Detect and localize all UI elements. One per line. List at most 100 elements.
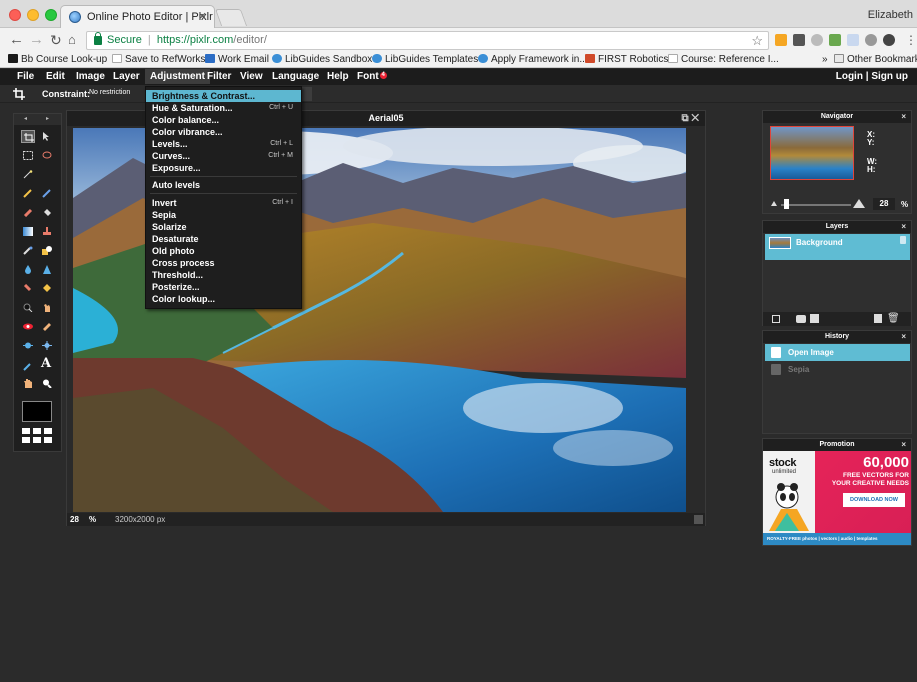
- red-eye-tool[interactable]: [21, 320, 35, 333]
- bookmark-star-icon[interactable]: ☆: [751, 33, 763, 49]
- promotion-header[interactable]: Promotion ×: [763, 439, 911, 451]
- pinch-tool[interactable]: [40, 339, 54, 352]
- zoom-out-icon[interactable]: [771, 201, 777, 206]
- adjustment-menu-item[interactable]: Posterize...: [146, 281, 301, 293]
- layers-header[interactable]: Layers ×: [763, 221, 911, 233]
- adjustment-menu-item[interactable]: Color lookup...: [146, 293, 301, 305]
- login-link[interactable]: Login: [836, 71, 863, 82]
- other-bookmarks[interactable]: Other Bookmarks: [834, 54, 917, 65]
- adjustment-menu-item[interactable]: Cross process: [146, 257, 301, 269]
- color-replace-tool[interactable]: [21, 244, 35, 257]
- menu-help[interactable]: Help: [327, 71, 349, 82]
- adjustment-menu-item[interactable]: Brightness & Contrast...: [146, 90, 301, 102]
- close-window-icon[interactable]: ✕: [691, 113, 699, 124]
- spot-heal-tool[interactable]: [40, 320, 54, 333]
- restore-window-icon[interactable]: ⧉: [681, 113, 688, 124]
- forward-arrow-icon[interactable]: →: [29, 32, 44, 48]
- menu-font[interactable]: Font 4: [357, 71, 387, 82]
- history-item-sepia[interactable]: Sepia: [765, 362, 910, 377]
- stamp-tool[interactable]: [40, 225, 54, 238]
- zoom-input[interactable]: 28: [70, 513, 79, 526]
- maximize-window-button[interactable]: [45, 9, 57, 21]
- bookmark-item[interactable]: LibGuides Sandbox: [272, 54, 372, 65]
- menu-image[interactable]: Image: [76, 71, 105, 82]
- layer-row-background[interactable]: Background: [765, 234, 910, 260]
- tools-panel-header[interactable]: ◂ ▸: [14, 114, 61, 125]
- adjustment-menu-item[interactable]: Threshold...: [146, 269, 301, 281]
- hand-tool[interactable]: [21, 377, 35, 390]
- new-tab-button[interactable]: [214, 9, 248, 26]
- adjustment-menu-item[interactable]: Color balance...: [146, 114, 301, 126]
- bookmarks-overflow-button[interactable]: »: [822, 54, 828, 65]
- marquee-tool[interactable]: [21, 149, 35, 162]
- adjustment-menu-item[interactable]: Invert Ctrl + I: [146, 197, 301, 209]
- type-tool[interactable]: A: [40, 356, 54, 371]
- close-tab-icon[interactable]: ✕: [198, 10, 207, 23]
- menu-language[interactable]: Language: [272, 71, 319, 82]
- sharpen-tool[interactable]: [40, 263, 54, 276]
- zoom-slider-track[interactable]: [781, 204, 851, 206]
- close-panel-icon[interactable]: ×: [901, 439, 906, 451]
- bookmark-item[interactable]: LibGuides Templates: [372, 54, 478, 65]
- menu-view[interactable]: View: [240, 71, 263, 82]
- burn-tool[interactable]: [40, 301, 54, 314]
- navigator-header[interactable]: Navigator ×: [763, 111, 911, 123]
- menu-filter[interactable]: Filter: [207, 71, 231, 82]
- adjustment-menu-item[interactable]: Color vibrance...: [146, 126, 301, 138]
- minimize-window-button[interactable]: [27, 9, 39, 21]
- smudge-tool[interactable]: [21, 282, 35, 295]
- blur-tool[interactable]: [21, 263, 35, 276]
- reload-icon[interactable]: ↻: [50, 32, 62, 48]
- close-window-button[interactable]: [9, 9, 21, 21]
- close-panel-icon[interactable]: ×: [901, 111, 906, 123]
- menu-file[interactable]: File: [17, 71, 34, 82]
- drawing-tool[interactable]: [40, 244, 54, 257]
- adjustment-menu-item[interactable]: Solarize: [146, 221, 301, 233]
- close-panel-icon[interactable]: ×: [901, 331, 906, 343]
- adjustment-menu-item[interactable]: Levels... Ctrl + L: [146, 138, 301, 150]
- wand-tool[interactable]: [21, 168, 35, 181]
- brush-tool[interactable]: [40, 187, 54, 200]
- close-panel-icon[interactable]: ×: [901, 221, 906, 233]
- constraint-select[interactable]: No restriction: [89, 89, 130, 96]
- adjustment-menu-item[interactable]: Old photo: [146, 245, 301, 257]
- adjustment-menu-item[interactable]: Hue & Saturation... Ctrl + U: [146, 102, 301, 114]
- foreground-color-swatch[interactable]: [22, 401, 52, 422]
- color-picker-tool[interactable]: [21, 360, 35, 373]
- gradient-tool[interactable]: [21, 225, 35, 238]
- browser-tab[interactable]: Online Photo Editor | Pixlr Editor ✕: [60, 5, 215, 28]
- bookmark-item[interactable]: Work Email: [205, 54, 269, 65]
- adjustment-menu-item[interactable]: Auto levels: [146, 179, 301, 191]
- bucket-tool[interactable]: [40, 206, 54, 219]
- amazon-extension-icon[interactable]: [775, 34, 787, 46]
- navigator-thumbnail[interactable]: [770, 126, 854, 180]
- promotion-ad[interactable]: stock unlimited 60,000 FREE VECTORS FOR …: [763, 451, 911, 533]
- profile-name[interactable]: Elizabeth: [868, 9, 913, 21]
- collapse-right-icon[interactable]: ▸: [46, 115, 49, 122]
- omnibox[interactable]: Secure | https://pixlr.com/editor/ ☆: [86, 31, 769, 50]
- bloat-tool[interactable]: [21, 339, 35, 352]
- zoom-slider-handle[interactable]: [784, 199, 789, 209]
- extension-icon[interactable]: [793, 34, 805, 46]
- extension-icon[interactable]: [865, 34, 877, 46]
- new-layer-icon[interactable]: [874, 314, 882, 323]
- extension-icon[interactable]: [811, 34, 823, 46]
- swatch-grid-icon[interactable]: [22, 428, 52, 445]
- back-arrow-icon[interactable]: ←: [9, 32, 24, 48]
- bookmark-item[interactable]: Bb Course Look-up: [8, 54, 107, 65]
- adjustment-menu-item[interactable]: Exposure...: [146, 162, 301, 174]
- pencil-tool[interactable]: [21, 187, 35, 200]
- bookmark-item[interactable]: FIRST Robotics: [585, 54, 668, 65]
- resize-handle-icon[interactable]: [694, 515, 703, 524]
- add-layer-style-icon[interactable]: [810, 314, 819, 323]
- history-item-open-image[interactable]: Open Image: [765, 344, 910, 361]
- navigator-zoom-input[interactable]: 28: [873, 198, 895, 210]
- zoom-tool[interactable]: [40, 377, 54, 390]
- collapse-left-icon[interactable]: ◂: [24, 115, 27, 122]
- bookmark-item[interactable]: Save to RefWorks: [112, 54, 205, 65]
- history-header[interactable]: History ×: [763, 331, 911, 343]
- pinterest-extension-icon[interactable]: [883, 34, 895, 46]
- bookmark-item[interactable]: Apply Framework in...: [478, 54, 588, 65]
- sponge-tool[interactable]: [40, 282, 54, 295]
- adjustment-menu-item[interactable]: Sepia: [146, 209, 301, 221]
